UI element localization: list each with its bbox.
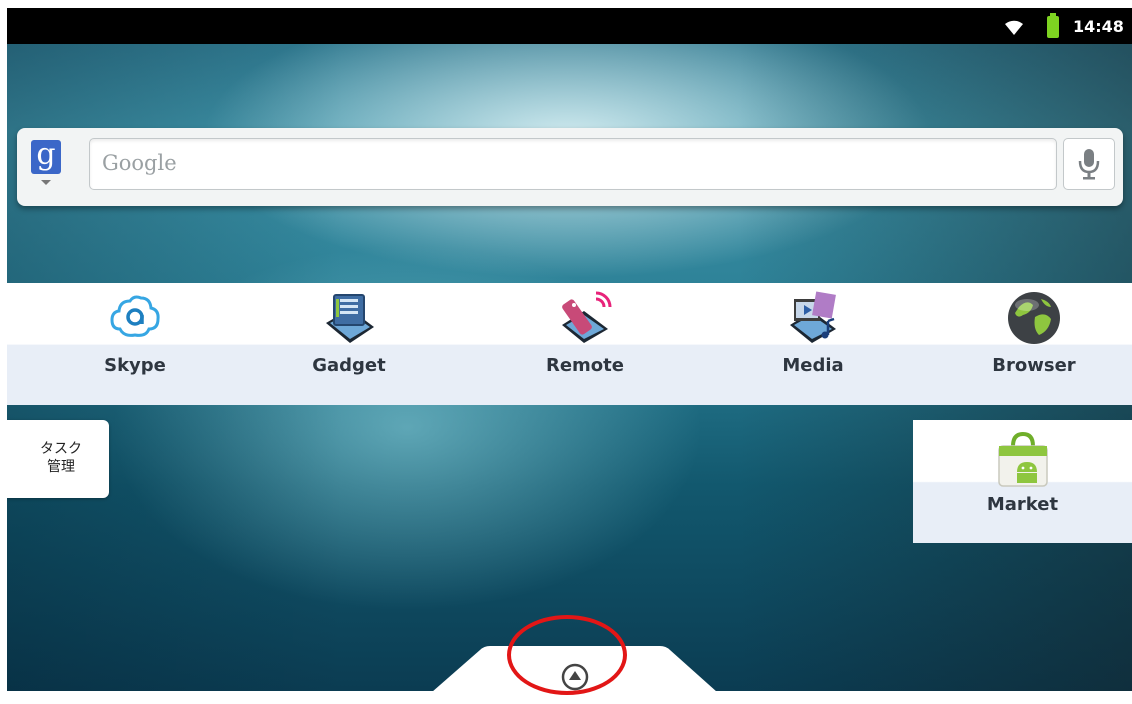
app-label: Market [986, 494, 1059, 515]
app-browser[interactable]: Browser [954, 283, 1114, 405]
voice-search-button[interactable] [1063, 138, 1115, 190]
market-icon [998, 431, 1048, 487]
home-screen: 14:48 g Google Skype Gadget Remote Media… [7, 8, 1132, 691]
search-placeholder: Google [102, 151, 177, 175]
google-search-widget: g Google [17, 128, 1123, 206]
app-skype[interactable]: Skype [55, 283, 215, 405]
clock: 14:48 [1073, 17, 1124, 36]
battery-icon [1047, 13, 1059, 38]
wifi-icon [1005, 20, 1023, 35]
app-label: Remote [545, 355, 624, 376]
app-shortcut-row: Skype Gadget Remote Media Browser [7, 283, 1132, 405]
media-icon [790, 291, 836, 343]
google-logo-button[interactable]: g [31, 140, 61, 174]
app-gadget[interactable]: Gadget [269, 283, 429, 405]
app-remote[interactable]: Remote [505, 283, 665, 405]
app-market[interactable]: Market [913, 420, 1132, 543]
chevron-down-icon [41, 180, 51, 185]
highlight-ring [507, 615, 627, 695]
browser-icon [1008, 292, 1060, 344]
gadget-icon [326, 294, 374, 343]
skype-icon [110, 295, 160, 337]
app-label: Skype [104, 355, 166, 376]
app-label: Browser [992, 355, 1076, 376]
task-manager-button[interactable]: タスク 管理 [7, 420, 109, 498]
task-manager-label: タスク 管理 [40, 441, 82, 475]
remote-icon [562, 291, 612, 343]
mic-icon [1078, 149, 1100, 180]
app-label: Media [782, 355, 844, 376]
status-bar: 14:48 [7, 8, 1132, 44]
search-input[interactable]: Google [89, 138, 1057, 190]
app-media[interactable]: Media [733, 283, 893, 405]
app-label: Gadget [312, 355, 386, 376]
